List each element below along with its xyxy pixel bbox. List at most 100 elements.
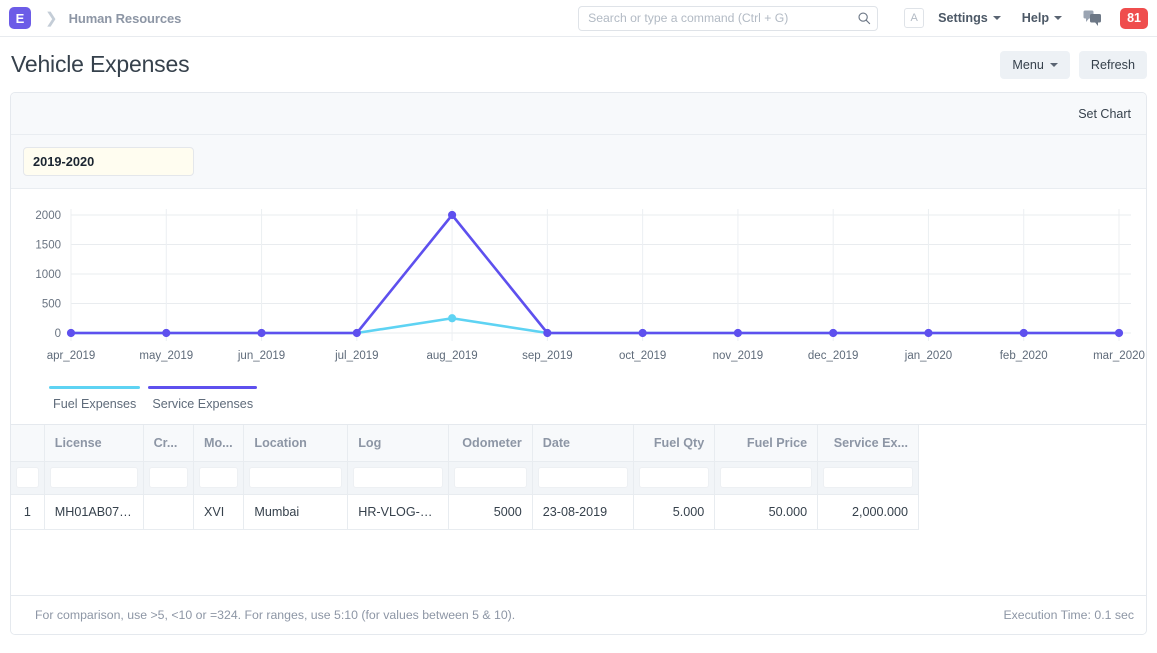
menu-button-label: Menu xyxy=(1012,57,1044,72)
column-filter-input[interactable] xyxy=(454,467,527,488)
chart-data-point xyxy=(829,328,838,338)
menu-button[interactable]: Menu xyxy=(1000,50,1070,79)
column-filter-input[interactable] xyxy=(198,467,239,488)
results-table: License Cr... Mo... Location Log Odometer Date… xyxy=(11,425,919,530)
app-logo[interactable]: E xyxy=(9,7,31,29)
chart-data-point xyxy=(447,314,457,323)
table-column-header[interactable]: Fuel Qty xyxy=(633,425,716,462)
table-cell-location[interactable]: Mumbai xyxy=(243,494,349,530)
column-filter-input[interactable] xyxy=(49,467,138,488)
legend-color-swatch xyxy=(49,386,141,389)
chevron-down-icon xyxy=(1049,62,1058,67)
table-cell-mo[interactable]: XVI xyxy=(193,494,245,530)
x-axis-tick-label: jul_2019 xyxy=(334,350,378,362)
x-axis-tick-label: dec_2019 xyxy=(808,350,859,362)
chart-data-point xyxy=(924,328,933,338)
table-column-header[interactable]: Location xyxy=(243,425,349,462)
settings-dropdown[interactable]: Settings xyxy=(938,11,1001,25)
x-axis-tick-label: aug_2019 xyxy=(427,350,478,362)
table-row[interactable]: 1 MH01AB0786 XVI Mumbai HR-VLOG-20... 5000 23-… xyxy=(11,494,919,530)
settings-label: Settings xyxy=(938,11,988,25)
table-column-header[interactable]: Mo... xyxy=(193,425,245,462)
global-search xyxy=(578,5,879,31)
table-filter-cell xyxy=(44,461,144,495)
legend-item-service-expenses[interactable]: Service Expenses xyxy=(148,386,258,411)
table-cell-odometer[interactable]: 5000 xyxy=(448,494,533,530)
avatar[interactable]: A xyxy=(904,8,925,28)
filter-hint-text: For comparison, use >5, <10 or =324. For… xyxy=(35,608,516,622)
x-axis-tick-label: sep_2019 xyxy=(522,350,573,362)
help-dropdown[interactable]: Help xyxy=(1021,11,1063,25)
y-axis-tick-label: 1000 xyxy=(35,269,61,281)
chart-data-point xyxy=(352,328,361,338)
chart-data-point xyxy=(543,328,552,338)
table-column-header[interactable]: License xyxy=(44,425,144,462)
x-axis-tick-label: oct_2019 xyxy=(619,350,666,362)
line-chart: 0 500 1000 1500 2000 apr_2019 may_2019 jun_2019… xyxy=(21,199,1146,374)
chart-data-point xyxy=(162,328,171,338)
help-label: Help xyxy=(1021,11,1050,25)
fiscal-year-input[interactable] xyxy=(23,147,194,176)
breadcrumb-human-resources[interactable]: Human Resources xyxy=(69,11,182,26)
table-column-header[interactable]: Odometer xyxy=(448,425,533,462)
chart-line-fuel-expenses xyxy=(69,316,1121,335)
table-column-header[interactable]: Service Ex... xyxy=(817,425,919,462)
table-cell-service-expense[interactable]: 2,000.000 xyxy=(817,494,919,530)
legend-label: Fuel Expenses xyxy=(53,397,137,411)
x-axis-tick-label: jan_2020 xyxy=(904,350,952,362)
x-axis-tick-label: apr_2019 xyxy=(47,350,96,362)
table-column-header[interactable] xyxy=(11,425,45,462)
column-filter-input[interactable] xyxy=(638,467,710,488)
chevron-down-icon xyxy=(992,16,1001,20)
x-axis-tick-label: jun_2019 xyxy=(237,350,285,362)
column-filter-input[interactable] xyxy=(249,467,343,488)
table-cell-date[interactable]: 23-08-2019 xyxy=(532,494,634,530)
table-column-header[interactable]: Fuel Price xyxy=(714,425,819,462)
table-cell-fuel-price[interactable]: 50.000 xyxy=(714,494,819,530)
table-cell-fuel-qty[interactable]: 5.000 xyxy=(633,494,716,530)
table-filter-cell xyxy=(633,461,716,495)
top-navbar: E ❯ Human Resources A Settings Help 81 xyxy=(0,0,1157,37)
table-body: 1 MH01AB0786 XVI Mumbai HR-VLOG-20... 5000 23-… xyxy=(11,461,919,530)
page-header: Vehicle Expenses Menu Refresh xyxy=(0,37,1157,92)
notification-badge[interactable]: 81 xyxy=(1120,7,1148,29)
y-axis-tick-label: 0 xyxy=(55,328,61,340)
legend-color-swatch xyxy=(148,386,258,389)
table-column-header[interactable]: Cr... xyxy=(143,425,194,462)
column-filter-input[interactable] xyxy=(148,467,188,488)
row-index-cell[interactable]: 1 xyxy=(11,494,45,530)
x-axis-tick-label: mar_2020 xyxy=(1093,350,1145,362)
chart-data-point xyxy=(66,328,76,338)
results-table-region: License Cr... Mo... Location Log Odometer Date… xyxy=(11,424,1146,634)
table-column-header[interactable]: Date xyxy=(532,425,634,462)
breadcrumb-chevron-icon: ❯ xyxy=(45,10,58,27)
table-cell-log[interactable]: HR-VLOG-20... xyxy=(347,494,450,530)
refresh-button[interactable]: Refresh xyxy=(1078,50,1147,79)
chart-legend: Fuel Expenses Service Expenses xyxy=(21,374,1136,411)
column-filter-input[interactable] xyxy=(720,467,813,488)
table-header: License Cr... Mo... Location Log Odometer Date… xyxy=(11,425,919,462)
table-cell-cr[interactable] xyxy=(143,494,194,530)
chart-data-point xyxy=(1019,328,1028,338)
legend-item-fuel-expenses[interactable]: Fuel Expenses xyxy=(49,386,141,411)
table-filter-cell xyxy=(817,461,919,495)
y-axis-tick-label: 1500 xyxy=(35,240,61,252)
column-filter-input[interactable] xyxy=(537,467,628,488)
column-filter-input[interactable] xyxy=(823,467,913,488)
column-filter-input[interactable] xyxy=(16,467,39,488)
set-chart-button[interactable]: Set Chart xyxy=(1069,101,1140,127)
chat-bubbles-icon xyxy=(1083,10,1102,26)
chat-button[interactable] xyxy=(1083,10,1102,27)
table-cell-license[interactable]: MH01AB0786 xyxy=(44,494,144,530)
search-input[interactable] xyxy=(578,5,879,31)
page-title: Vehicle Expenses xyxy=(11,51,190,77)
chart-toolbar: Set Chart xyxy=(11,93,1146,135)
filter-area xyxy=(11,135,1146,189)
y-axis-tick-label: 500 xyxy=(42,299,61,311)
table-column-header[interactable]: Log xyxy=(347,425,450,462)
x-axis-tick-label: feb_2020 xyxy=(1000,350,1048,362)
table-filter-row xyxy=(11,461,919,495)
chart-data-point xyxy=(447,210,457,220)
column-filter-input[interactable] xyxy=(353,467,444,488)
chart-data-point xyxy=(257,328,266,338)
